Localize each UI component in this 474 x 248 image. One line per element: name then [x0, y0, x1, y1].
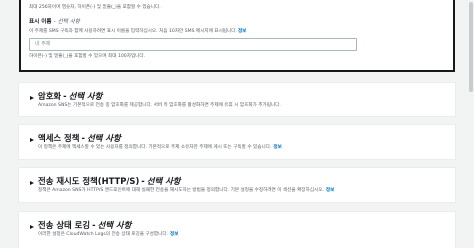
display-name-description: 이 주제를 SMS 구독과 함께 사용하려면 표시 이름을 입력하십시오. 처음…: [29, 29, 237, 34]
section-description: 이 정책은 주제에 액세스할 수 있는 사용자를 정의합니다. 기본적으로 주제…: [38, 145, 272, 150]
details-panel: 최대 256자이며 영숫자, 하이픈(-) 및 밑줄(_)을 포함할 수 있습니…: [19, 0, 455, 72]
page-scrollbar[interactable]: [468, 0, 474, 248]
section-delivery-status-logging[interactable]: 전송 상태 로깅 - 선택 사항 이러한 설정은 CloudWatch Logs…: [19, 212, 455, 248]
section-title: 액세스 정책 - 선택 사항: [38, 133, 121, 143]
section-encryption[interactable]: 암호화 - 선택 사항 Amazon SNS는 기본적으로 전송 중 암호화를 …: [19, 83, 455, 116]
section-info-link[interactable]: 정보: [170, 232, 178, 238]
display-name-title: 표시 이름: [29, 19, 52, 25]
section-access-policy[interactable]: 액세스 정책 - 선택 사항 이 정책은 주제에 액세스할 수 있는 사용자를 …: [19, 125, 455, 159]
display-name-label: 표시 이름 - 선택 사항: [29, 19, 80, 26]
display-name-separator: -: [53, 19, 56, 25]
section-title: 전송 재시도 정책(HTTP/S) - 선택 사항: [38, 176, 181, 186]
display-name-hint: 하이픈(-) 및 밑줄(_)을 포함할 수 있으며 최대 100자입니다.: [29, 54, 146, 59]
expand-arrow-icon[interactable]: [30, 181, 34, 185]
section-description: 이러한 설정은 CloudWatch Logs의 전송 상태 로깅을 구성합니다…: [38, 232, 169, 237]
section-description-row: 정책은 Amazon SNS가 HTTP/S 엔드포인트에 대해 실패한 전송을…: [38, 188, 334, 194]
display-name-placeholder: 내 주제: [35, 41, 51, 47]
section-title: 전송 상태 로깅 - 선택 사항: [38, 220, 132, 230]
section-title-text: 액세스 정책: [38, 133, 80, 143]
display-name-description-row: 이 주제를 SMS 구독과 함께 사용하려면 표시 이름을 입력하십시오. 처음…: [29, 29, 246, 35]
section-title-optional: 선택 사항: [97, 220, 132, 230]
section-title-separator: -: [92, 220, 96, 230]
section-description-row: 이 정책은 주제에 액세스할 수 있는 사용자를 정의합니다. 기본적으로 주제…: [38, 145, 282, 151]
display-name-info-link[interactable]: 정보: [238, 29, 246, 35]
section-title-optional: 선택 사항: [68, 91, 103, 101]
section-info-link[interactable]: 정보: [326, 188, 334, 194]
expand-arrow-icon[interactable]: [30, 138, 34, 142]
section-info-link[interactable]: 정보: [273, 145, 281, 151]
section-title-text: 전송 재시도 정책(HTTP/S): [38, 176, 140, 186]
section-title: 암호화 - 선택 사항: [38, 91, 103, 101]
section-description-row: Amazon SNS는 기본적으로 전송 중 암호화를 제공합니다. 서버 측 …: [38, 103, 283, 109]
section-description-row: 이러한 설정은 CloudWatch Logs의 전송 상태 로깅을 구성합니다…: [38, 232, 178, 238]
display-name-optional: 선택 사항: [57, 19, 80, 25]
section-description: Amazon SNS는 기본적으로 전송 중 암호화를 제공합니다. 서버 측 …: [38, 103, 281, 108]
scrollbar-thumb[interactable]: [469, 2, 473, 92]
section-title-separator: -: [81, 133, 85, 143]
section-title-text: 암호화: [38, 91, 62, 101]
display-name-input[interactable]: 내 주제: [29, 38, 357, 51]
section-title-text: 전송 상태 로깅: [38, 220, 91, 230]
section-delivery-retry-policy[interactable]: 전송 재시도 정책(HTTP/S) - 선택 사항 정책은 Amazon SNS…: [19, 168, 455, 202]
expand-arrow-icon[interactable]: [30, 225, 34, 229]
section-title-optional: 선택 사항: [146, 176, 181, 186]
section-description: 정책은 Amazon SNS가 HTTP/S 엔드포인트에 대해 실패한 전송을…: [38, 188, 324, 193]
section-title-optional: 선택 사항: [86, 133, 121, 143]
name-hint: 최대 256자이며 영숫자, 하이픈(-) 및 밑줄(_)을 포함할 수 있습니…: [29, 5, 161, 10]
expand-arrow-icon[interactable]: [30, 96, 34, 100]
section-title-separator: -: [63, 91, 67, 101]
section-title-separator: -: [141, 176, 145, 186]
